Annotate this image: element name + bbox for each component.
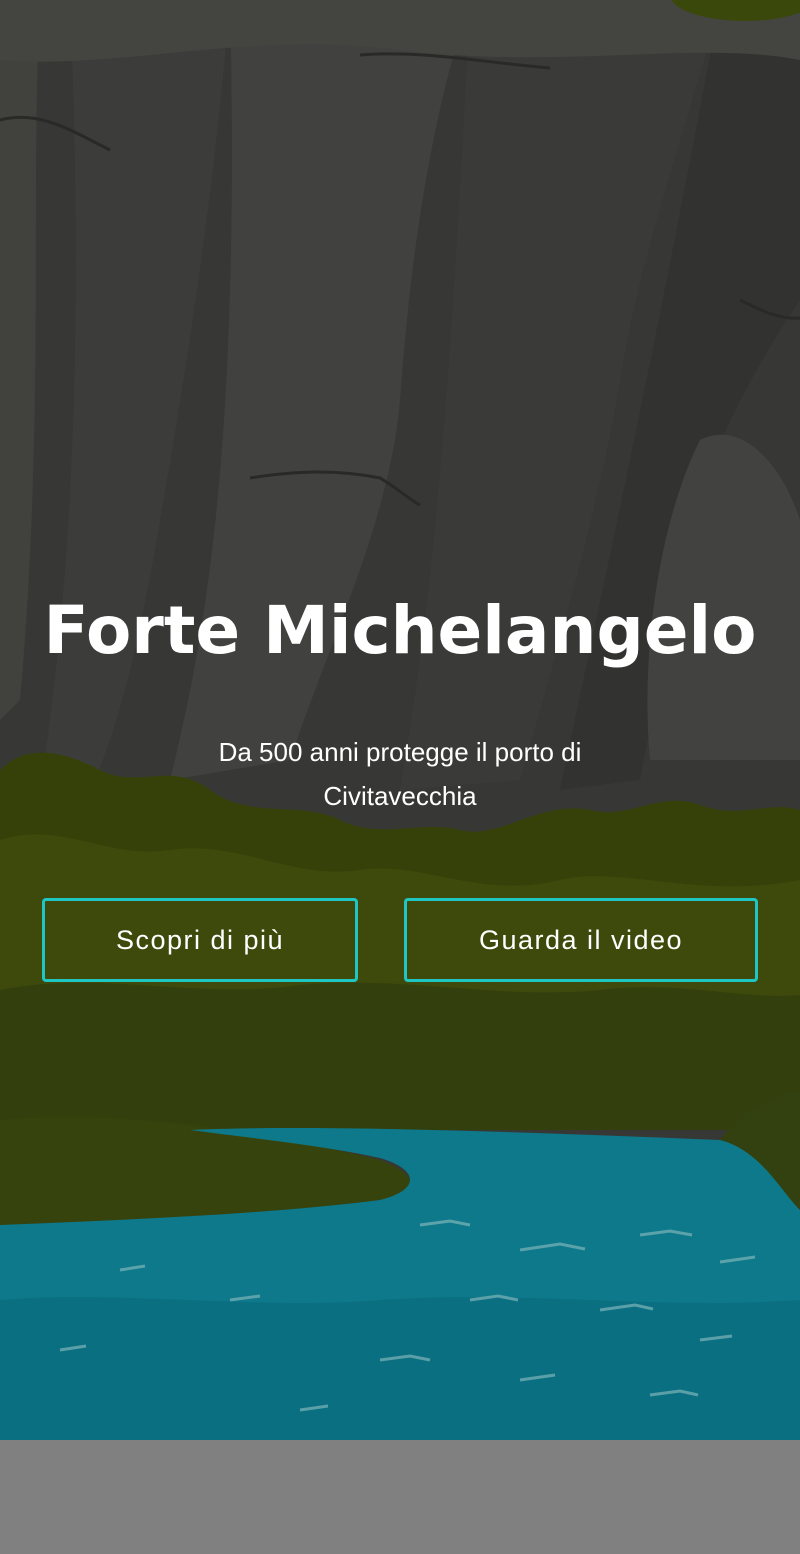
hero-background-illustration [0,0,800,1440]
page-title: Forte Michelangelo [43,592,757,669]
hero-subtitle: Da 500 anni protegge il porto di Civitav… [218,737,582,811]
watch-video-button[interactable]: Guarda il video [404,898,758,982]
page-bottom-band [0,1440,800,1554]
hero-section: Forte Michelangelo Da 500 anni protegge … [0,0,800,1440]
discover-more-button[interactable]: Scopri di più [42,898,358,982]
